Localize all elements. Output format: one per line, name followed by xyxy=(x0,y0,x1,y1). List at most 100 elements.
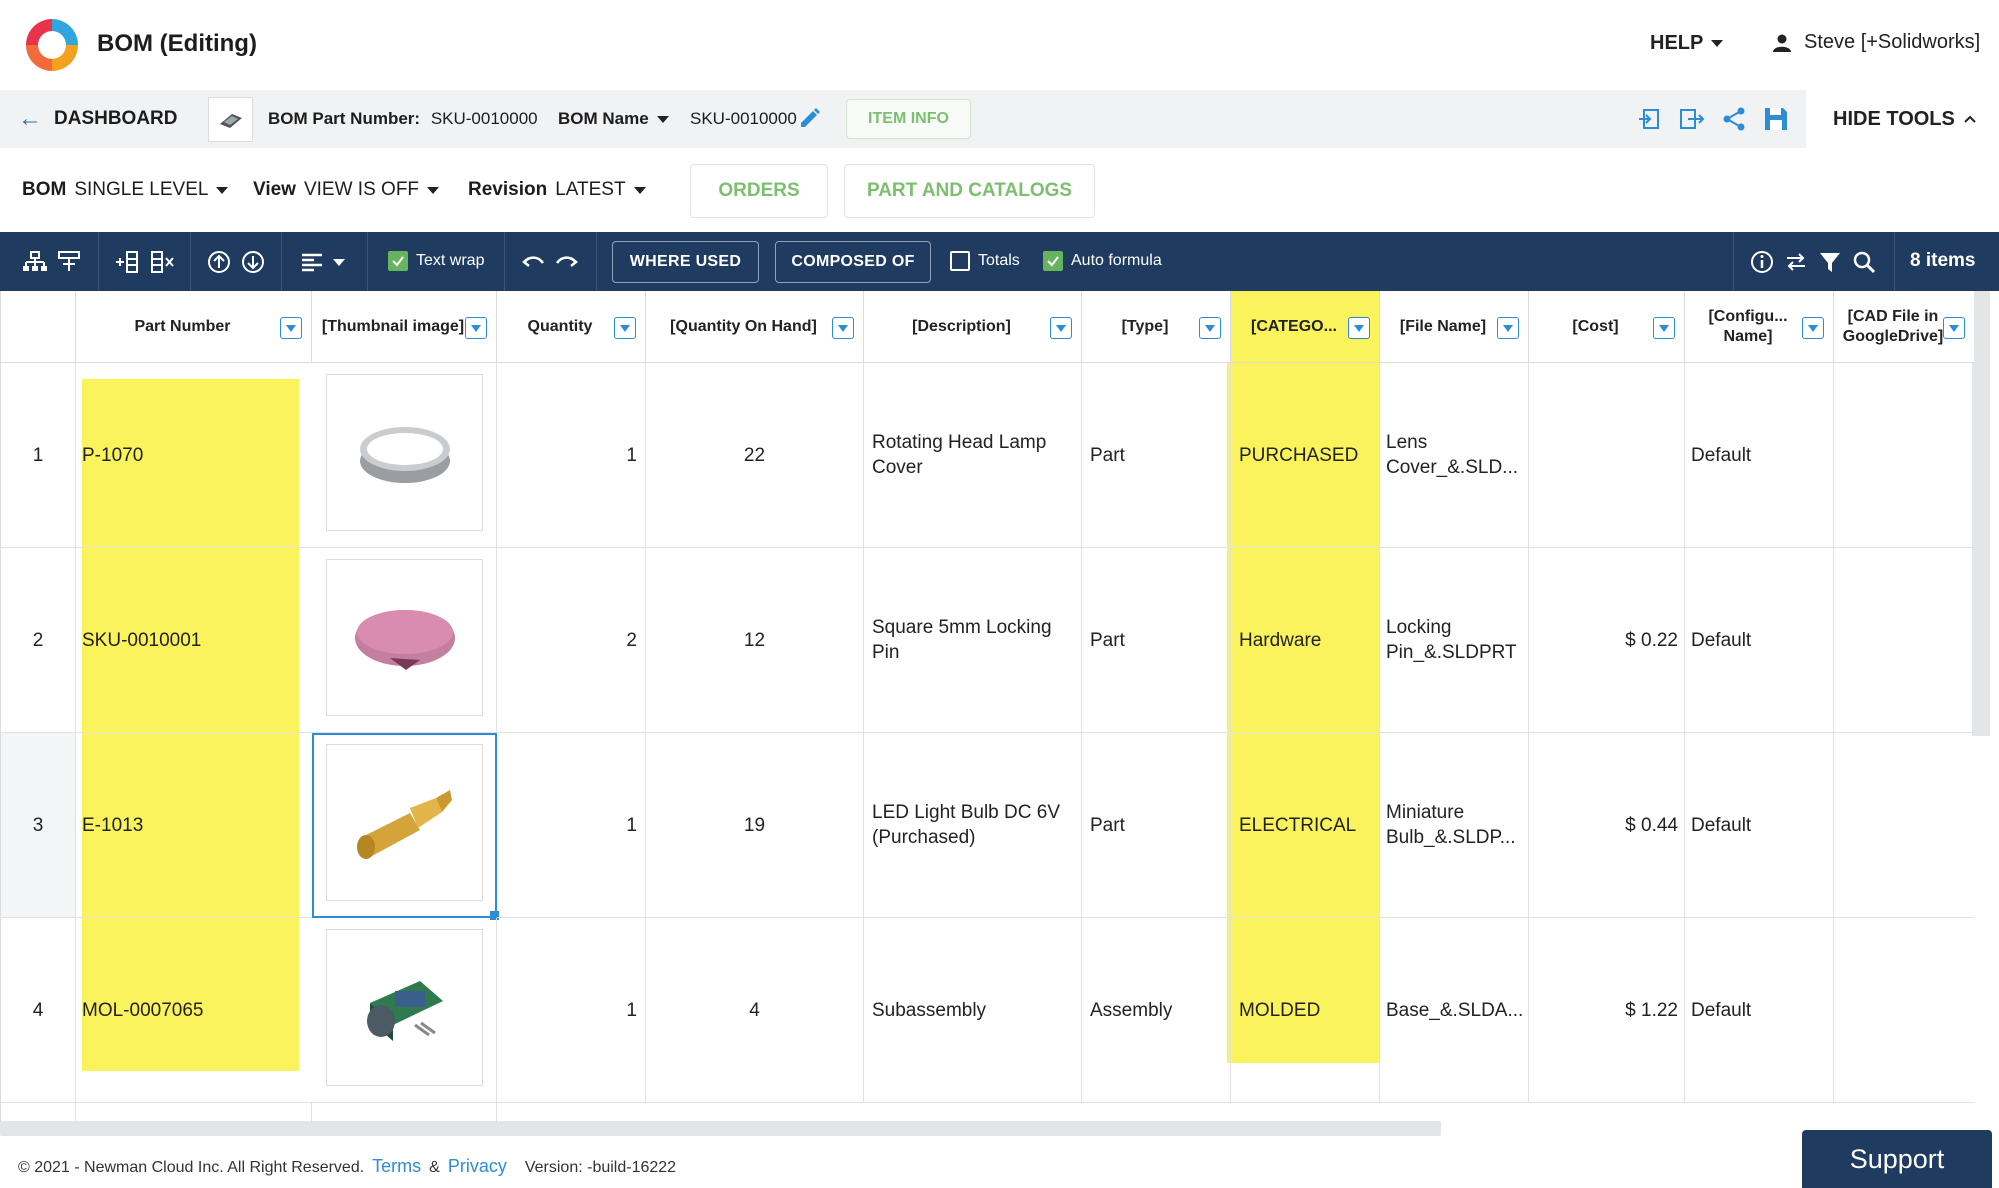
column-header-thumbnail[interactable]: [Thumbnail image] xyxy=(312,291,497,363)
move-down-icon[interactable] xyxy=(240,249,266,275)
user-menu[interactable]: Steve [+Solidworks] xyxy=(1772,31,1980,54)
quantity-cell[interactable]: 1 xyxy=(497,363,646,548)
configuration-cell[interactable]: Default xyxy=(1685,548,1834,733)
quantity-cell[interactable]: 1 xyxy=(497,733,646,918)
align-left-icon[interactable] xyxy=(299,249,325,275)
column-header-type[interactable]: [Type] xyxy=(1082,291,1231,363)
add-column-icon[interactable] xyxy=(114,249,140,275)
quantity-cell[interactable]: 1 xyxy=(497,918,646,1103)
file-name-cell[interactable]: Miniature Bulb_&.SLDP... xyxy=(1380,733,1529,918)
swap-icon[interactable] xyxy=(1783,249,1809,275)
filter-dropdown-icon[interactable] xyxy=(1050,317,1072,339)
configuration-cell[interactable]: Default xyxy=(1685,733,1834,918)
chevron-down-icon[interactable] xyxy=(333,259,345,266)
file-name-cell[interactable]: Base_&.SLDA... xyxy=(1380,918,1529,1103)
part-number-cell[interactable]: E-1013 xyxy=(76,733,312,918)
quantity-on-hand-cell[interactable]: 12 xyxy=(646,548,864,733)
parts-catalogs-button[interactable]: PART AND CATALOGS xyxy=(844,164,1095,218)
filter-dropdown-icon[interactable] xyxy=(1348,317,1370,339)
column-header-quantity[interactable]: Quantity xyxy=(497,291,646,363)
export-icon[interactable] xyxy=(1678,105,1706,133)
thumbnail-image[interactable] xyxy=(326,929,483,1086)
filter-dropdown-icon[interactable] xyxy=(1943,317,1965,339)
bom-level-selector[interactable]: BOM SINGLE LEVEL xyxy=(22,179,229,201)
terms-link[interactable]: Terms xyxy=(372,1156,421,1177)
app-logo-icon[interactable] xyxy=(22,15,82,75)
hide-tools-toggle[interactable]: HIDE TOOLS xyxy=(1806,90,1999,148)
cost-cell[interactable]: $ 0.22 xyxy=(1529,548,1685,733)
category-cell[interactable]: ELECTRICAL xyxy=(1231,733,1380,918)
bom-name-dropdown[interactable]: BOM Name xyxy=(558,109,669,129)
move-up-icon[interactable] xyxy=(206,249,232,275)
part-number-cell[interactable]: P-1070 xyxy=(76,363,312,548)
filter-icon[interactable] xyxy=(1817,249,1843,275)
thumbnail-cell[interactable] xyxy=(312,1103,497,1125)
description-cell[interactable]: Rotating Head Lamp Cover xyxy=(864,363,1082,548)
orders-button[interactable]: ORDERS xyxy=(690,164,828,218)
type-cell[interactable]: Part xyxy=(1082,733,1231,918)
share-icon[interactable] xyxy=(1720,105,1748,133)
remove-column-icon[interactable] xyxy=(149,249,175,275)
column-header-cad-file[interactable]: [CAD File in GoogleDrive] xyxy=(1834,291,1974,363)
quantity-on-hand-cell[interactable]: 19 xyxy=(646,733,864,918)
column-header-file-name[interactable]: [File Name] xyxy=(1380,291,1529,363)
vertical-scrollbar[interactable] xyxy=(1972,291,1990,736)
cost-cell[interactable]: $ 0.44 xyxy=(1529,733,1685,918)
filter-dropdown-icon[interactable] xyxy=(1199,317,1221,339)
cad-file-cell[interactable] xyxy=(1834,548,1974,733)
type-cell[interactable]: Part xyxy=(1082,548,1231,733)
filter-dropdown-icon[interactable] xyxy=(465,317,487,339)
composed-of-button[interactable]: COMPOSED OF xyxy=(775,241,931,283)
part-number-cell[interactable]: MOL-0007065 xyxy=(76,918,312,1103)
save-icon[interactable] xyxy=(1762,105,1790,133)
text-wrap-checkbox[interactable]: Text wrap xyxy=(388,251,484,271)
cost-cell[interactable] xyxy=(1529,363,1685,548)
filter-dropdown-icon[interactable] xyxy=(614,317,636,339)
column-header-configuration-name[interactable]: [Configu... Name] xyxy=(1685,291,1834,363)
thumbnail-image[interactable] xyxy=(326,744,483,901)
file-name-cell[interactable]: Locking Pin_&.SLDPRT xyxy=(1380,548,1529,733)
column-header-category[interactable]: [CATEGO... xyxy=(1231,291,1380,363)
part-number-cell[interactable] xyxy=(76,1103,312,1125)
collapse-tree-icon[interactable] xyxy=(56,249,82,275)
configuration-cell[interactable]: Default xyxy=(1685,918,1834,1103)
category-cell[interactable]: MOLDED xyxy=(1231,918,1380,1103)
column-header-cost[interactable]: [Cost] xyxy=(1529,291,1685,363)
cad-file-cell[interactable] xyxy=(1834,363,1974,548)
thumbnail-image[interactable] xyxy=(326,374,483,531)
help-menu[interactable]: HELP xyxy=(1650,32,1724,55)
thumbnail-image[interactable] xyxy=(326,559,483,716)
configuration-cell[interactable]: Default xyxy=(1685,363,1834,548)
quantity-on-hand-cell[interactable]: 4 xyxy=(646,918,864,1103)
privacy-link[interactable]: Privacy xyxy=(448,1156,507,1177)
filter-dropdown-icon[interactable] xyxy=(1802,317,1824,339)
column-header-description[interactable]: [Description] xyxy=(864,291,1082,363)
item-info-button[interactable]: ITEM INFO xyxy=(846,99,971,139)
quantity-cell[interactable]: 2 xyxy=(497,548,646,733)
quantity-on-hand-cell[interactable]: 22 xyxy=(646,363,864,548)
column-header-part-number[interactable]: Part Number xyxy=(76,291,312,363)
filter-dropdown-icon[interactable] xyxy=(280,317,302,339)
info-icon[interactable] xyxy=(1749,249,1775,275)
redo-icon[interactable] xyxy=(554,249,580,275)
dashboard-link[interactable]: ← DASHBOARD xyxy=(18,107,178,131)
import-icon[interactable] xyxy=(1636,105,1664,133)
totals-checkbox[interactable]: Totals xyxy=(950,251,1020,271)
description-cell[interactable]: Subassembly xyxy=(864,918,1082,1103)
category-cell[interactable]: Hardware xyxy=(1231,548,1380,733)
view-selector[interactable]: View VIEW IS OFF xyxy=(253,179,440,201)
revision-selector[interactable]: Revision LATEST xyxy=(468,179,646,201)
description-cell[interactable]: Square 5mm Locking Pin xyxy=(864,548,1082,733)
cad-file-cell[interactable] xyxy=(1834,918,1974,1103)
category-cell[interactable]: PURCHASED xyxy=(1231,363,1380,548)
cost-cell[interactable]: $ 1.22 xyxy=(1529,918,1685,1103)
filter-dropdown-icon[interactable] xyxy=(832,317,854,339)
type-cell[interactable]: Assembly xyxy=(1082,918,1231,1103)
pencil-icon[interactable] xyxy=(798,106,822,130)
auto-formula-checkbox[interactable]: Auto formula xyxy=(1043,251,1162,271)
bom-name-value[interactable]: SKU-0010000 xyxy=(690,109,797,129)
file-name-cell[interactable]: Lens Cover_&.SLD... xyxy=(1380,363,1529,548)
support-button[interactable]: Support xyxy=(1802,1130,1992,1188)
bom-thumbnail[interactable] xyxy=(208,97,253,142)
description-cell[interactable]: LED Light Bulb DC 6V (Purchased) xyxy=(864,733,1082,918)
